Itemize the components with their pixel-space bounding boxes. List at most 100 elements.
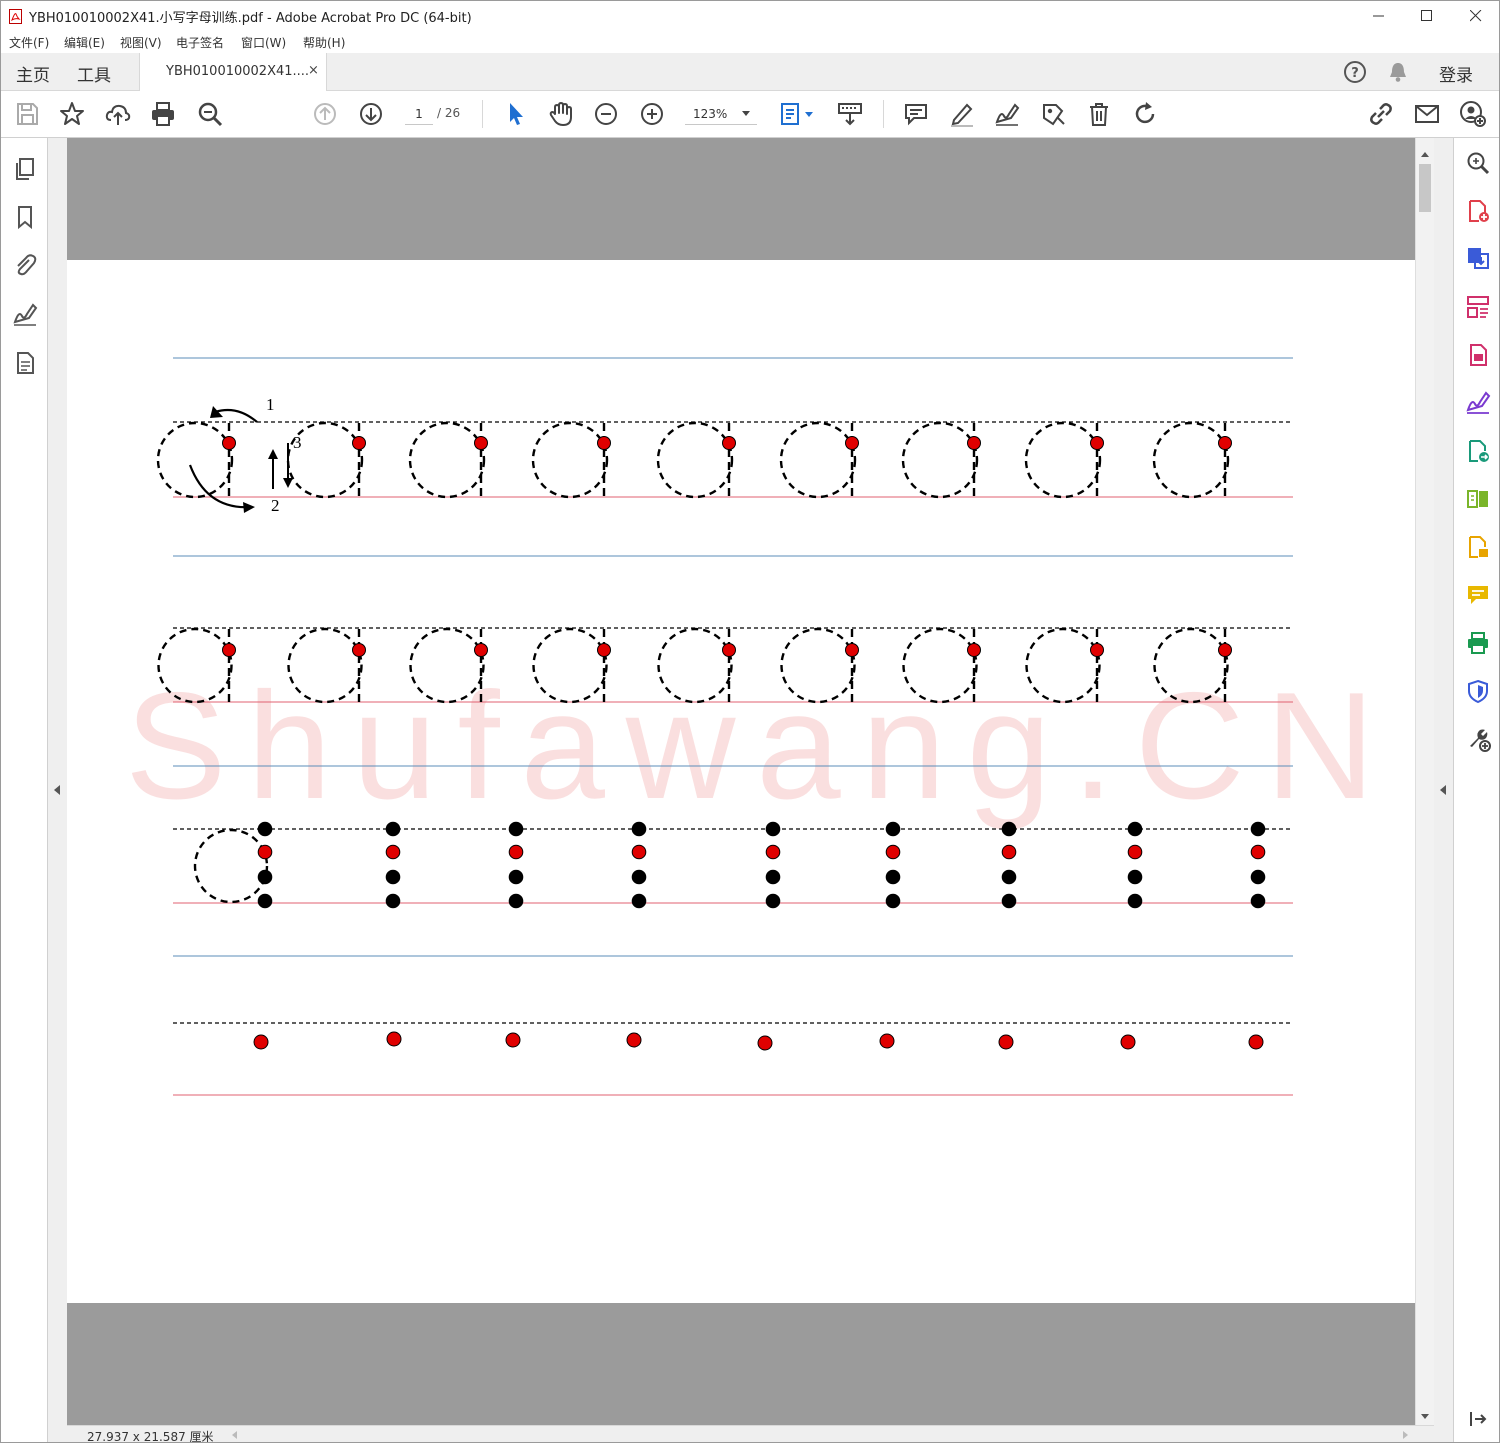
- minimize-button[interactable]: [1355, 1, 1403, 31]
- navigation-pane: [1, 138, 48, 1442]
- fill-sign-icon[interactable]: [1465, 390, 1491, 416]
- scroll-up-icon[interactable]: [1421, 152, 1429, 157]
- select-tool-button[interactable]: [502, 100, 530, 128]
- save-button[interactable]: [13, 100, 41, 128]
- read-mode-button[interactable]: [836, 100, 864, 128]
- help-icon[interactable]: ?: [1343, 60, 1367, 84]
- bookmark-star-button[interactable]: [58, 100, 86, 128]
- traced-letter-bowl: [901, 421, 979, 499]
- menu-view[interactable]: 视图(V): [120, 34, 162, 51]
- previous-page-button[interactable]: [311, 100, 339, 128]
- trace-dot: [508, 869, 524, 885]
- document-tab-close-icon[interactable]: ×: [308, 63, 319, 78]
- maximize-button[interactable]: [1403, 1, 1451, 31]
- acrobat-window: YBH010010002X41.小写字母训练.pdf - Adobe Acrob…: [0, 0, 1500, 1443]
- start-dot: [845, 643, 859, 657]
- zoom-in-button[interactable]: [638, 100, 666, 128]
- enhance-scan-icon[interactable]: [1465, 150, 1491, 176]
- add-user-icon: [1460, 101, 1486, 127]
- share-user-button[interactable]: [1459, 100, 1487, 128]
- arrowhead: [268, 449, 278, 459]
- compare-icon[interactable]: [1465, 486, 1491, 512]
- trace-dot: [631, 869, 647, 885]
- start-dot: [631, 844, 647, 860]
- edit-pdf-icon[interactable]: [1465, 534, 1491, 560]
- attachment-icon[interactable]: [12, 252, 38, 278]
- bookmark-icon[interactable]: [12, 204, 38, 230]
- vertical-scrollbar[interactable]: [1415, 138, 1434, 1425]
- scroll-down-icon[interactable]: [1421, 1414, 1429, 1419]
- chevron-left-icon[interactable]: [1440, 785, 1446, 795]
- find-button[interactable]: [196, 100, 224, 128]
- document-viewport[interactable]: Shufawang.CN 1 2 3: [67, 138, 1415, 1425]
- menu-edit[interactable]: 编辑(E): [64, 34, 105, 51]
- start-dot: [1218, 643, 1232, 657]
- tab-tools[interactable]: 工具: [77, 61, 111, 86]
- compress-pdf-icon[interactable]: [1465, 342, 1491, 368]
- right-pane-collapse-strip[interactable]: [1434, 138, 1453, 1442]
- email-button[interactable]: [1413, 100, 1441, 128]
- read-aloud-icon: [838, 103, 862, 126]
- toolbar: 1 / 26 123%: [1, 91, 1499, 138]
- trace-dot: [508, 893, 524, 909]
- tab-home[interactable]: 主页: [16, 61, 50, 86]
- print-button[interactable]: [149, 100, 177, 128]
- zoom-out-button[interactable]: [592, 100, 620, 128]
- chevron-left-icon[interactable]: [54, 785, 60, 795]
- close-button[interactable]: [1452, 1, 1499, 31]
- menu-help[interactable]: 帮助(H): [303, 34, 345, 51]
- combine-files-icon[interactable]: [1465, 438, 1491, 464]
- traced-letter-bowl: [1024, 421, 1102, 499]
- trace-dot: [885, 893, 901, 909]
- create-pdf-icon[interactable]: [1465, 198, 1491, 224]
- start-dot: [998, 1034, 1014, 1050]
- layers-icon[interactable]: [12, 350, 38, 376]
- left-pane-collapse-strip[interactable]: [48, 138, 67, 1442]
- trace-dot: [257, 821, 273, 837]
- pdf-page: Shufawang.CN 1 2 3: [67, 260, 1415, 1303]
- page-display-button[interactable]: [778, 100, 818, 128]
- scroll-left-icon[interactable]: [232, 1431, 237, 1439]
- delete-button[interactable]: [1085, 100, 1113, 128]
- menu-esign[interactable]: 电子签名: [176, 34, 224, 51]
- maximize-icon: [1421, 10, 1432, 21]
- start-dot: [722, 436, 736, 450]
- comment-button[interactable]: [902, 100, 930, 128]
- chevron-down-icon[interactable]: [742, 111, 750, 116]
- print-production-icon[interactable]: [1465, 630, 1491, 656]
- menu-file[interactable]: 文件(F): [9, 34, 49, 51]
- export-pdf-icon[interactable]: [1465, 245, 1491, 271]
- scrollbar-thumb[interactable]: [1419, 164, 1431, 212]
- zoom-out-icon: [595, 103, 617, 125]
- sign-in-button[interactable]: 登录: [1439, 61, 1473, 86]
- more-tools-icon[interactable]: [1465, 726, 1491, 752]
- collapse-tools-pane-icon[interactable]: [1465, 1406, 1491, 1432]
- tab-document[interactable]: YBH010010002X41.... ×: [139, 53, 327, 91]
- trace-dot: [631, 821, 647, 837]
- menu-window[interactable]: 窗口(W): [241, 34, 286, 51]
- stamp-button[interactable]: [1039, 100, 1067, 128]
- scroll-right-icon[interactable]: [1403, 1431, 1408, 1439]
- comment-icon: [905, 104, 927, 126]
- notification-bell-icon[interactable]: [1387, 60, 1409, 84]
- signature-icon[interactable]: [12, 302, 38, 328]
- trace-dot: [385, 821, 401, 837]
- hand-tool-button[interactable]: [547, 100, 575, 128]
- highlight-button[interactable]: [948, 100, 976, 128]
- comment-icon[interactable]: [1465, 582, 1491, 608]
- arrowhead: [283, 478, 293, 488]
- start-dot: [1090, 436, 1104, 450]
- sign-icon: [995, 103, 1020, 126]
- start-dot: [597, 643, 611, 657]
- organize-pages-icon[interactable]: [1465, 294, 1491, 320]
- trace-dot: [1250, 821, 1266, 837]
- start-dot: [1090, 643, 1104, 657]
- pages-icon[interactable]: [12, 156, 38, 182]
- rotate-button[interactable]: [1131, 100, 1159, 128]
- share-link-button[interactable]: [1367, 100, 1395, 128]
- page-number-input[interactable]: 1: [405, 103, 433, 125]
- next-page-button[interactable]: [357, 100, 385, 128]
- protect-icon[interactable]: [1465, 678, 1491, 704]
- sign-button[interactable]: [993, 100, 1021, 128]
- upload-button[interactable]: [104, 100, 132, 128]
